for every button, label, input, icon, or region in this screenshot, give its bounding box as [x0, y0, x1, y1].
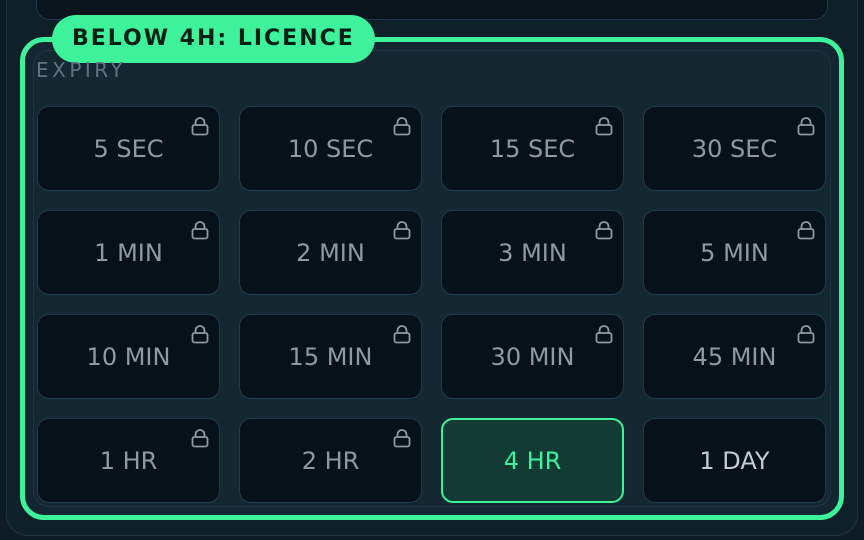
option-label: 15 SEC [489, 134, 576, 163]
lock-icon [393, 325, 411, 344]
lock-icon [595, 325, 613, 344]
option-label: 15 MIN [288, 342, 373, 371]
option-label: 5 MIN [700, 238, 769, 267]
option-label: 4 HR [503, 446, 562, 475]
expiry-option-10-min[interactable]: 10 MIN [37, 314, 220, 399]
lock-icon [797, 325, 815, 344]
option-label: 45 MIN [692, 342, 777, 371]
expiry-option-30-min[interactable]: 30 MIN [441, 314, 624, 399]
expiry-option-15-min[interactable]: 15 MIN [239, 314, 422, 399]
expiry-option-5-sec[interactable]: 5 SEC [37, 106, 220, 191]
option-label: 30 MIN [490, 342, 575, 371]
expiry-option-1-day[interactable]: 1 DAY [643, 418, 826, 503]
lock-icon [797, 117, 815, 136]
lock-icon [191, 221, 209, 240]
option-label: 2 HR [301, 446, 360, 475]
expiry-option-1-hr[interactable]: 1 HR [37, 418, 220, 503]
expiry-option-30-sec[interactable]: 30 SEC [643, 106, 826, 191]
page: BELOW 4H: LICENCE EXPIRY 5 SEC 10 SEC 15… [0, 0, 864, 540]
option-label: 10 MIN [86, 342, 171, 371]
option-label: 1 MIN [94, 238, 163, 267]
expiry-option-1-min[interactable]: 1 MIN [37, 210, 220, 295]
lock-icon [595, 117, 613, 136]
lock-icon [191, 117, 209, 136]
option-label: 5 SEC [93, 134, 164, 163]
option-label: 1 DAY [699, 446, 770, 475]
expiry-option-15-sec[interactable]: 15 SEC [441, 106, 624, 191]
lock-icon [797, 221, 815, 240]
lock-icon [393, 221, 411, 240]
lock-icon [191, 429, 209, 448]
expiry-option-3-min[interactable]: 3 MIN [441, 210, 624, 295]
lock-icon [393, 429, 411, 448]
licence-requirement-badge: BELOW 4H: LICENCE [52, 15, 375, 63]
option-label: 10 SEC [287, 134, 374, 163]
expiry-option-5-min[interactable]: 5 MIN [643, 210, 826, 295]
lock-icon [191, 325, 209, 344]
option-label: 2 MIN [296, 238, 365, 267]
expiry-option-2-hr[interactable]: 2 HR [239, 418, 422, 503]
option-label: 1 HR [99, 446, 158, 475]
lock-icon [393, 117, 411, 136]
expiry-options-grid: 5 SEC 10 SEC 15 SEC 30 SEC 1 MIN 2 MIN 3… [37, 106, 827, 503]
lock-icon [595, 221, 613, 240]
option-label: 3 MIN [498, 238, 567, 267]
expiry-option-45-min[interactable]: 45 MIN [643, 314, 826, 399]
expiry-section-label: EXPIRY [36, 58, 127, 82]
expiry-option-2-min[interactable]: 2 MIN [239, 210, 422, 295]
option-label: 30 SEC [691, 134, 778, 163]
expiry-option-10-sec[interactable]: 10 SEC [239, 106, 422, 191]
expiry-option-4-hr[interactable]: 4 HR [441, 418, 624, 503]
